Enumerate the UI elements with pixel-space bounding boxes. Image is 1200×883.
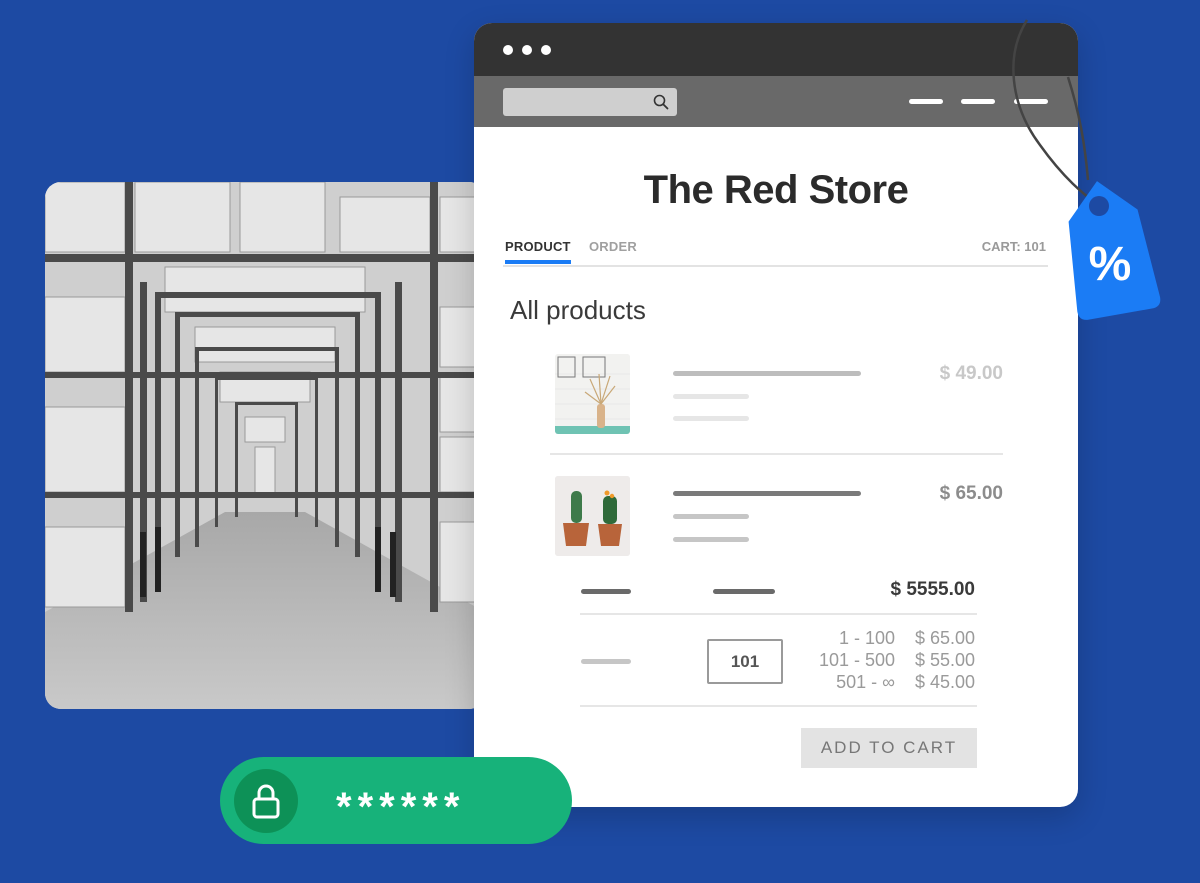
title-bar (474, 23, 1078, 76)
warehouse-image (45, 182, 485, 709)
warehouse-photo (45, 182, 485, 709)
add-to-cart-button[interactable]: ADD TO CART (801, 728, 977, 768)
price-tier-row: 501 - ∞ $ 45.00 (795, 672, 975, 693)
nav-bar (474, 76, 1078, 127)
menu-dash-icon[interactable] (961, 99, 995, 104)
tab-bar: PRODUCT ORDER CART: 101 (503, 239, 1048, 267)
summary-label-placeholder (581, 589, 631, 594)
menu-dash-icon[interactable] (909, 99, 943, 104)
tab-product[interactable]: PRODUCT (505, 239, 571, 264)
masked-password: ****** (336, 784, 466, 829)
tag-hole (1089, 196, 1109, 216)
divider (550, 453, 1003, 455)
tag-string (1012, 19, 1099, 206)
tier-range: 101 - 500 (818, 650, 895, 670)
lock-badge (234, 768, 298, 833)
browser-window: The Red Store PRODUCT ORDER CART: 101 Al… (474, 23, 1078, 807)
percent-icon: % (1089, 238, 1132, 291)
divider (580, 613, 977, 615)
tab-order[interactable]: ORDER (589, 239, 637, 262)
tier-range: 1 - 100 (838, 628, 895, 648)
tier-price: $ 65.00 (914, 628, 975, 648)
tier-price: $ 55.00 (914, 650, 975, 670)
product-desc-placeholder (673, 394, 749, 399)
product-desc-placeholder (673, 537, 749, 542)
tier-price: $ 45.00 (914, 672, 975, 692)
summary-label-placeholder (713, 589, 775, 594)
password-field[interactable]: ****** (220, 757, 572, 844)
quantity-label-placeholder (581, 659, 631, 664)
product-desc-placeholder (673, 514, 749, 519)
window-control-dot[interactable] (503, 45, 513, 55)
tier-range: 501 - ∞ (836, 672, 895, 692)
lock-icon (252, 784, 280, 818)
product-name-placeholder (673, 491, 861, 496)
window-control-dot[interactable] (522, 45, 532, 55)
store-title: The Red Store (643, 168, 909, 212)
product-image-vase[interactable] (555, 354, 630, 434)
discount-tag: % (1012, 19, 1161, 320)
price-tier-row: 1 - 100 $ 65.00 (795, 628, 975, 649)
order-total: $ 5555.00 (890, 579, 975, 600)
window-control-dot[interactable] (541, 45, 551, 55)
divider (580, 705, 977, 707)
price-tier-row: 101 - 500 $ 55.00 (795, 650, 975, 671)
quantity-input[interactable]: 101 (707, 639, 783, 684)
search-icon[interactable] (653, 94, 669, 110)
section-title: All products (510, 295, 646, 325)
product-desc-placeholder (673, 416, 749, 421)
product-name-placeholder (673, 371, 861, 376)
product-image-cacti[interactable] (555, 476, 630, 556)
product-price: $ 49.00 (939, 363, 1003, 384)
search-input[interactable] (503, 88, 677, 116)
product-price: $ 65.00 (939, 483, 1003, 504)
tag-string (1066, 76, 1090, 181)
